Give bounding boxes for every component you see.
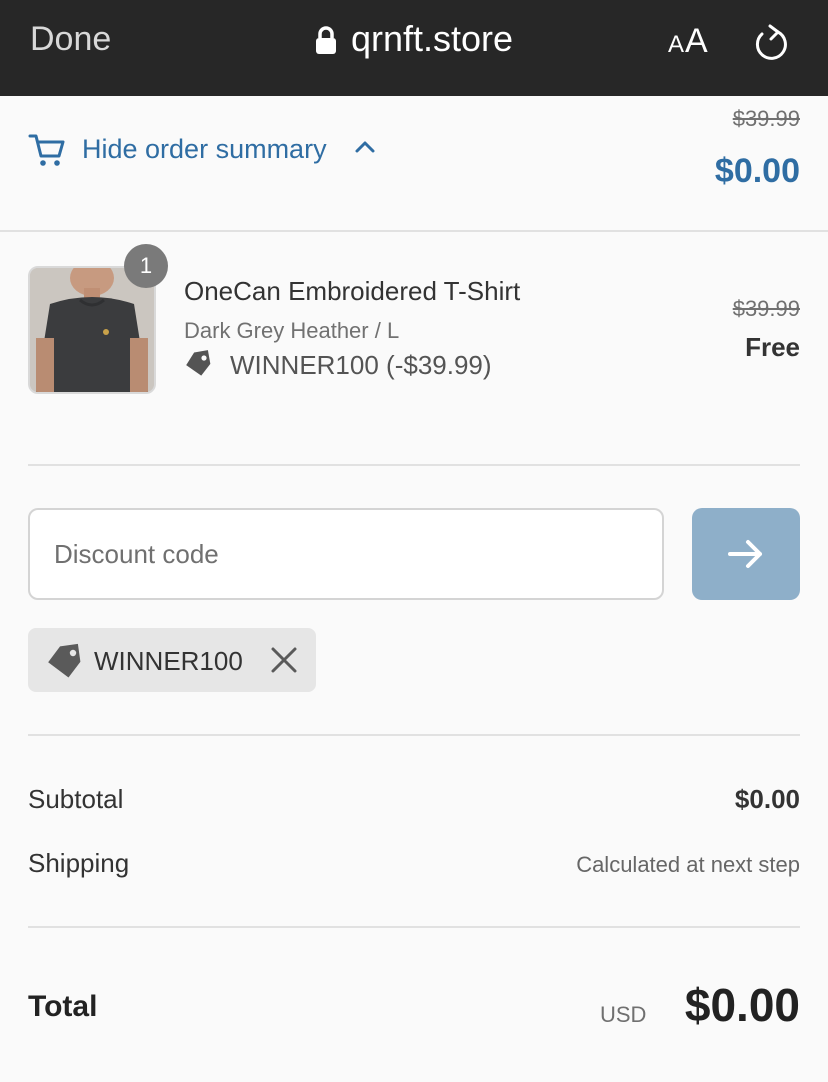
- summary-total: $0.00: [714, 152, 800, 190]
- order-summary-toggle[interactable]: Hide order summary $39.99 $0.00: [0, 96, 828, 232]
- subtotal-value: $0.00: [734, 784, 800, 814]
- url-text: qrnft.store: [350, 18, 514, 59]
- quantity-badge: 1: [124, 244, 168, 288]
- text-size-button[interactable]: AA: [668, 22, 709, 61]
- shipping-value: Calculated at next step: [576, 852, 800, 877]
- tag-icon: [46, 642, 82, 683]
- arrow-right-icon: [728, 540, 762, 568]
- divider: [28, 926, 800, 928]
- total-currency: USD: [600, 1002, 647, 1027]
- product-original-price: $39.99: [732, 296, 800, 321]
- line-item-discount-text: WINNER100 (-$39.99): [230, 350, 492, 380]
- shipping-label: Shipping: [28, 848, 130, 878]
- subtotal-label: Subtotal: [28, 784, 124, 814]
- remove-discount-icon[interactable]: [270, 646, 298, 679]
- divider: [28, 734, 800, 736]
- product-title: OneCan Embroidered T-Shirt: [184, 276, 521, 306]
- chevron-up-icon: [354, 140, 376, 159]
- line-item-discount: WINNER100 (-$39.99): [184, 350, 492, 383]
- order-summary-label: Hide order summary: [82, 134, 327, 164]
- divider: [28, 464, 800, 466]
- reload-icon[interactable]: [752, 22, 792, 69]
- product-variant: Dark Grey Heather / L: [184, 318, 400, 343]
- original-total: $39.99: [732, 106, 800, 131]
- apply-discount-button[interactable]: [692, 508, 800, 600]
- total-label: Total: [28, 990, 98, 1023]
- browser-toolbar: Done qrnft.store AA: [0, 0, 828, 96]
- line-item: 1 OneCan Embroidered T-Shirt Dark Grey H…: [28, 244, 800, 396]
- discount-code-input[interactable]: [28, 508, 664, 600]
- applied-discount-chip: WINNER100: [28, 628, 316, 692]
- total-value: $0.00: [684, 979, 800, 1031]
- product-price: Free: [745, 332, 800, 362]
- tag-icon: [184, 350, 212, 383]
- lock-icon: [315, 22, 337, 64]
- applied-discount-code: WINNER100: [94, 646, 243, 676]
- cart-icon: [28, 132, 66, 173]
